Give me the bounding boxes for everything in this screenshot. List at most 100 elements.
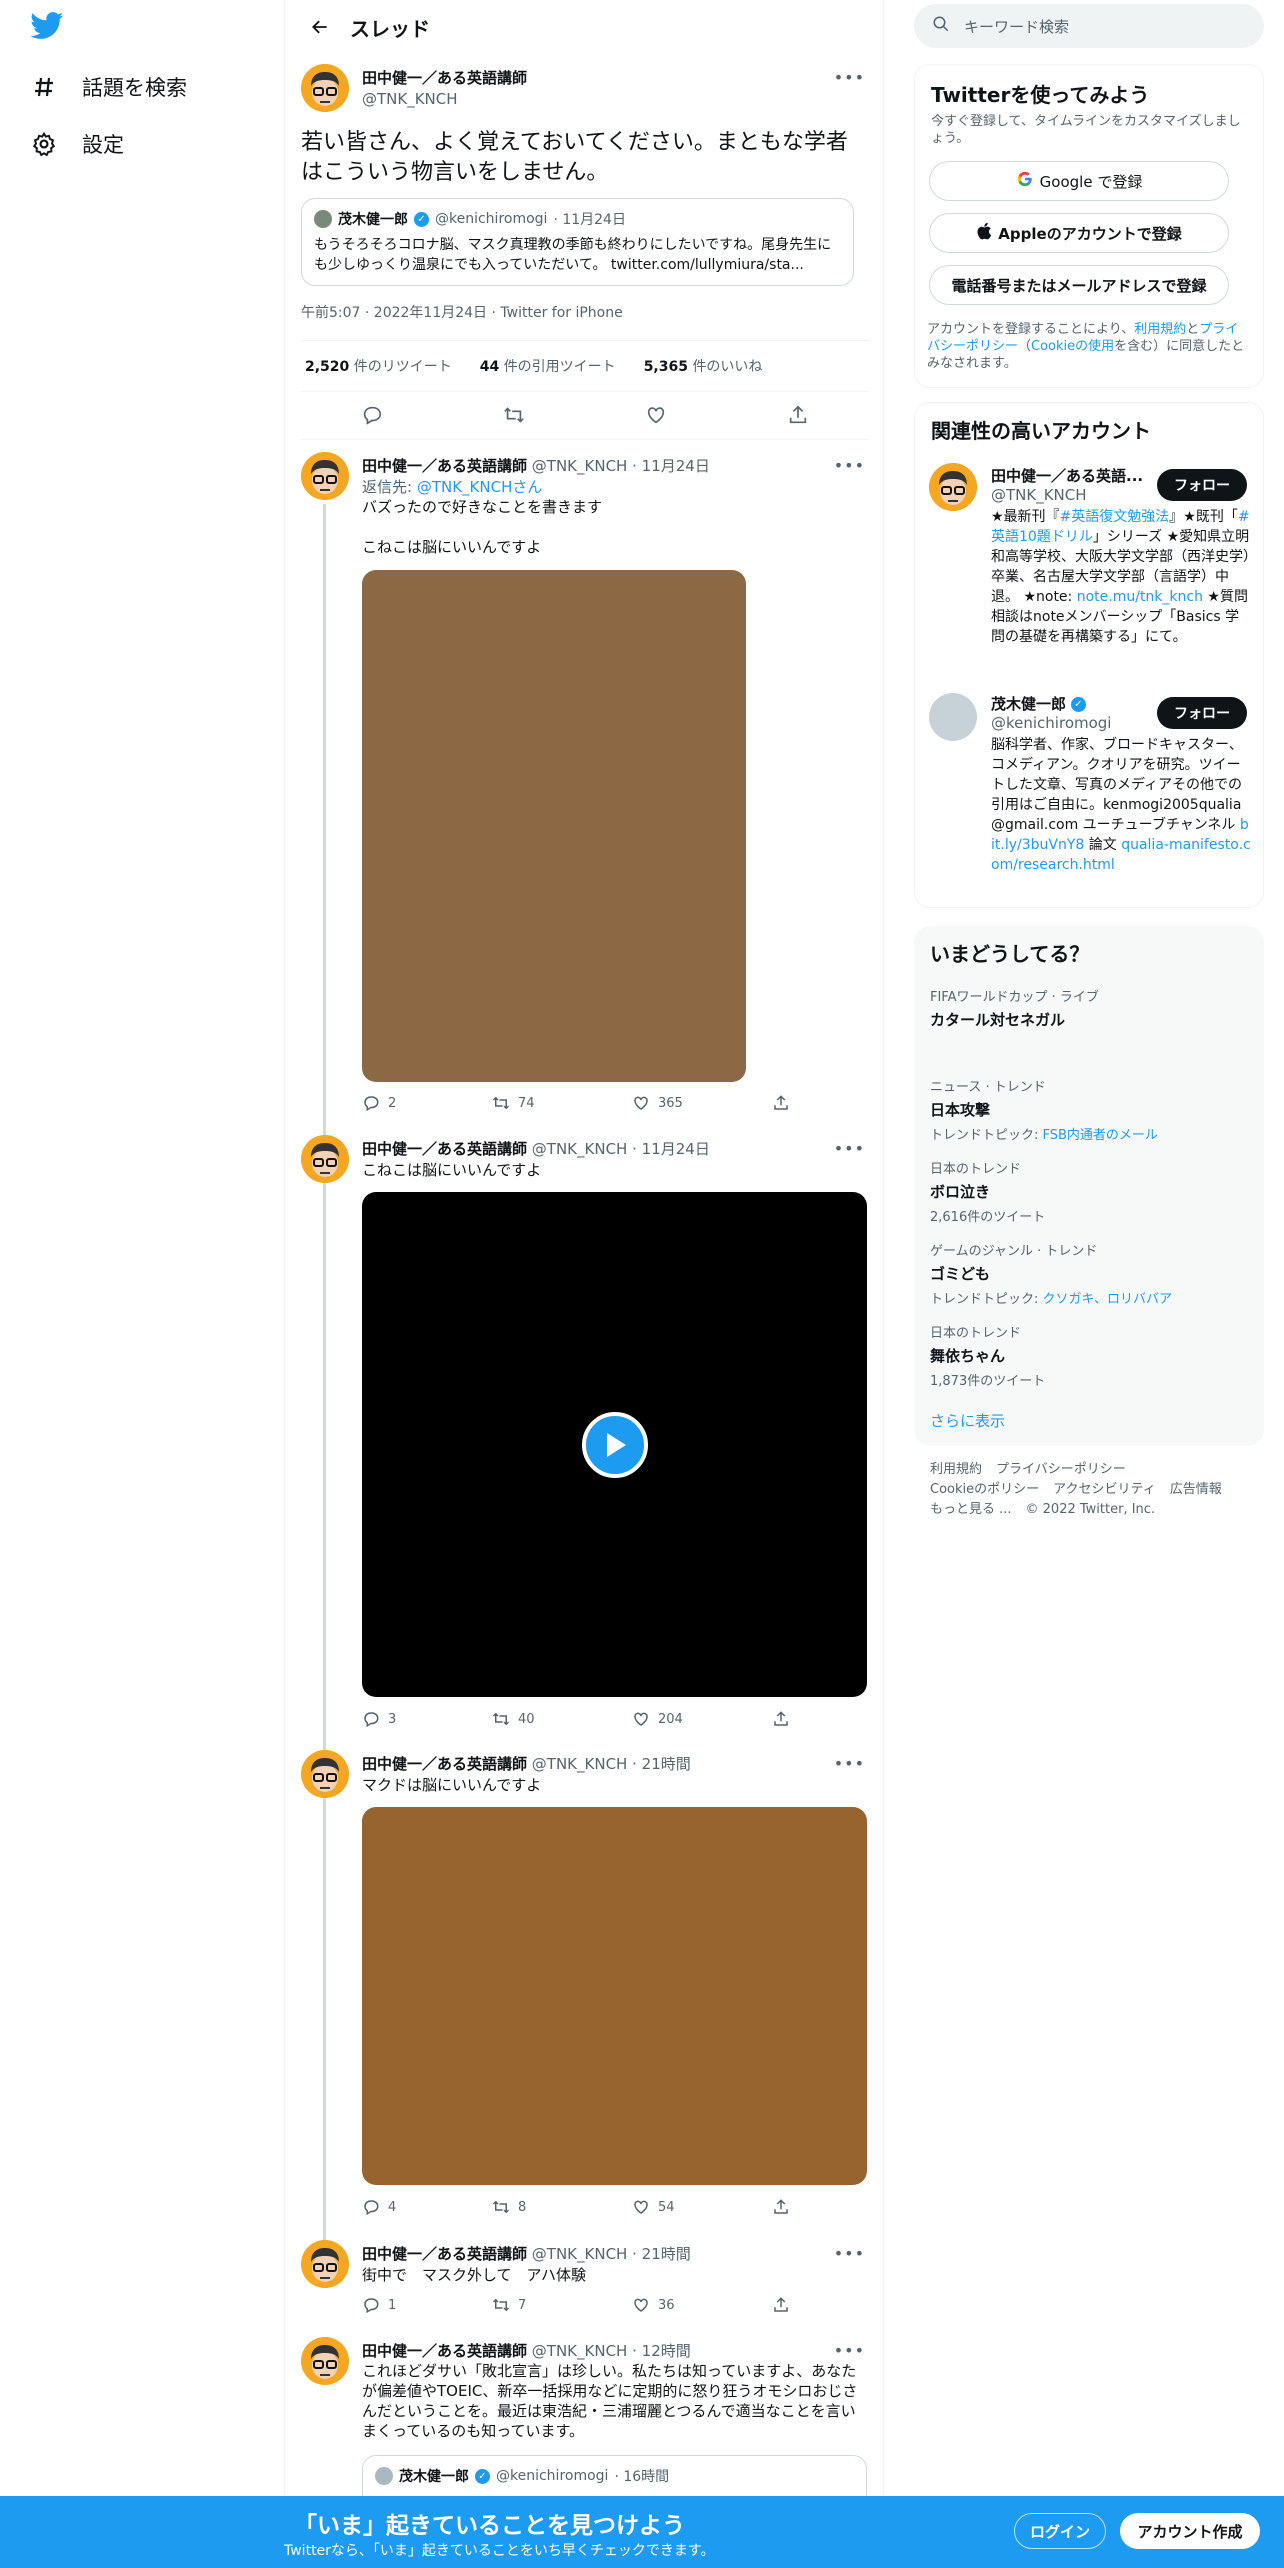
hashtag-link[interactable]: #英語復文勉強法 — [1060, 509, 1170, 525]
tweet-date[interactable]: · 21時間 — [632, 2245, 691, 2263]
reply-button[interactable]: 3 — [362, 1710, 492, 1728]
more-icon[interactable]: ••• — [834, 456, 865, 475]
related-account-2[interactable]: 茂木健一郎 ✓ @kenichiromogi — [991, 693, 1111, 732]
follow-button[interactable]: フォロー — [1157, 469, 1247, 501]
show-more-link[interactable]: さらに表示 — [930, 1410, 1005, 1431]
phone-signup-button[interactable]: 電話番号またはメールアドレスで登録 — [929, 265, 1229, 305]
share-button[interactable] — [772, 1094, 790, 1112]
tweet-video[interactable] — [362, 1192, 867, 1697]
reply-button[interactable]: 4 — [362, 2198, 492, 2216]
avatar[interactable] — [301, 2240, 349, 2288]
tweet-date[interactable]: · 11月24日 — [632, 457, 710, 475]
tweet-date[interactable]: · 11月24日 — [632, 1140, 710, 1158]
apple-signup-button[interactable]: Appleのアカウントで登録 — [929, 213, 1229, 253]
author-name[interactable]: 田中健一／ある英語講師 — [362, 1140, 527, 1158]
share-button[interactable] — [772, 2198, 790, 2216]
nav-explore[interactable]: 話題を検索 — [30, 67, 187, 107]
footer-links: 利用規約 プライバシーポリシー Cookieのポリシー アクセシビリティ 広告情報 も… — [930, 1460, 1250, 1520]
author-handle[interactable]: @TNK_KNCH — [532, 457, 628, 475]
bio-link[interactable]: note.mu/tnk_knch — [1077, 589, 1203, 605]
tweet-date[interactable]: · 12時間 — [632, 2342, 691, 2360]
avatar[interactable] — [301, 64, 349, 112]
trend-item[interactable]: 日本のトレンド 舞依ちゃん 1,873件のツイート — [930, 1322, 1045, 1389]
footer-link[interactable]: Cookieのポリシー — [930, 1482, 1039, 1497]
login-button[interactable]: ログイン — [1014, 2513, 1106, 2549]
quoted-tweet[interactable]: 茂木健一郎 ✓ @kenichiromogi · 11月24日 もうそろそろコロ… — [301, 198, 854, 286]
retweet-button[interactable]: 40 — [492, 1710, 632, 1728]
author-handle[interactable]: @TNK_KNCH — [532, 2342, 628, 2360]
bottom-bar-title: 「いま」起きていることを見つけよう — [294, 2513, 685, 2539]
footer-more-link[interactable]: もっと見る ... — [930, 1502, 1012, 1517]
back-arrow-icon[interactable] — [292, 0, 348, 54]
reply-to-link[interactable]: @TNK_KNCHさん — [417, 478, 543, 496]
follow-button[interactable]: フォロー — [1157, 697, 1247, 729]
like-icon[interactable] — [645, 404, 667, 430]
trend-item[interactable]: 日本のトレンド ボロ泣き 2,616件のツイート — [930, 1158, 1045, 1225]
play-icon[interactable] — [581, 1411, 648, 1478]
tweet-text: こねこは脳にいいんですよ — [362, 1161, 542, 1179]
trends-title: いまどうしてる？ — [930, 942, 1090, 966]
reply-button[interactable]: 1 — [362, 2296, 492, 2314]
retweet-count[interactable]: 2,520 件のリツイート — [305, 356, 452, 376]
like-button[interactable]: 54 — [632, 2198, 772, 2216]
trends-card: いまどうしてる？ FIFAワールドカップ · ライブ カタール対セネガル ニュー… — [914, 926, 1264, 1446]
author-name[interactable]: 田中健一／ある英語講師 — [362, 67, 527, 88]
like-button[interactable]: 365 — [632, 1094, 772, 1112]
author-name[interactable]: 田中健一／ある英語講師 — [362, 457, 527, 475]
search-box[interactable]: キーワード検索 — [914, 4, 1264, 48]
tweet-image[interactable] — [362, 1807, 867, 2185]
avatar[interactable] — [929, 463, 977, 511]
avatar[interactable] — [929, 693, 977, 741]
quote-date: · 11月24日 — [553, 212, 626, 228]
tweet-date[interactable]: · 21時間 — [632, 1755, 691, 1773]
reply-icon[interactable] — [361, 404, 383, 430]
search-input[interactable]: キーワード検索 — [964, 16, 1069, 37]
footer-link[interactable]: 広告情報 — [1170, 1482, 1222, 1497]
trend-item[interactable]: ゲームのジャンル · トレンド ゴミども トレンドトピック: クソガキ、ロリババ… — [930, 1240, 1172, 1307]
like-count[interactable]: 5,365 件のいいね — [644, 356, 763, 376]
share-icon[interactable] — [787, 404, 809, 430]
quote-author-handle: @kenichiromogi — [435, 211, 548, 227]
more-icon[interactable]: ••• — [834, 68, 865, 87]
quote-count[interactable]: 44 件の引用ツイート — [480, 356, 616, 376]
twitter-logo-icon[interactable] — [30, 12, 68, 46]
retweet-button[interactable]: 8 — [492, 2198, 632, 2216]
avatar[interactable] — [301, 452, 349, 500]
trend-item[interactable]: ニュース · トレンド 日本攻撃 トレンドトピック: FSB内通者のメール — [930, 1076, 1158, 1143]
avatar[interactable] — [301, 1750, 349, 1798]
more-icon[interactable]: ••• — [834, 2244, 865, 2263]
author-name[interactable]: 田中健一／ある英語講師 — [362, 2342, 527, 2360]
like-button[interactable]: 36 — [632, 2296, 772, 2314]
like-button[interactable]: 204 — [632, 1710, 772, 1728]
avatar[interactable] — [301, 2337, 349, 2385]
more-icon[interactable]: ••• — [834, 2341, 865, 2360]
author-name[interactable]: 田中健一／ある英語講師 — [362, 2245, 527, 2263]
cookie-link[interactable]: Cookieの使用 — [1031, 339, 1114, 354]
author-handle[interactable]: @TNK_KNCH — [532, 2245, 628, 2263]
share-button[interactable] — [772, 1710, 790, 1728]
google-signup-label: Google で登録 — [1039, 172, 1143, 191]
share-button[interactable] — [772, 2296, 790, 2314]
left-nav: 話題を検索 設定 — [0, 0, 285, 2568]
author-name[interactable]: 田中健一／ある英語講師 — [362, 1755, 527, 1773]
more-icon[interactable]: ••• — [834, 1754, 865, 1773]
avatar[interactable] — [301, 1135, 349, 1183]
signup-button[interactable]: アカウント作成 — [1120, 2513, 1260, 2549]
more-icon[interactable]: ••• — [834, 1139, 865, 1158]
author-handle[interactable]: @TNK_KNCH — [362, 90, 527, 108]
author-handle[interactable]: @TNK_KNCH — [532, 1755, 628, 1773]
footer-link[interactable]: 利用規約 — [930, 1462, 982, 1477]
nav-settings[interactable]: 設定 — [30, 124, 124, 164]
reply-button[interactable]: 2 — [362, 1094, 492, 1112]
footer-link[interactable]: プライバシーポリシー — [996, 1462, 1126, 1477]
retweet-button[interactable]: 74 — [492, 1094, 632, 1112]
google-signup-button[interactable]: Google で登録 — [929, 161, 1229, 201]
retweet-icon[interactable] — [503, 404, 525, 430]
retweet-button[interactable]: 7 — [492, 2296, 632, 2314]
trend-item[interactable]: FIFAワールドカップ · ライブ カタール対セネガル — [930, 986, 1099, 1030]
related-account-1[interactable]: 田中健一／ある英語... @TNK_KNCH — [991, 465, 1143, 504]
author-handle[interactable]: @TNK_KNCH — [532, 1140, 628, 1158]
tweet-image[interactable] — [362, 570, 746, 1082]
footer-link[interactable]: アクセシビリティ — [1053, 1482, 1156, 1497]
terms-link[interactable]: 利用規約 — [1134, 322, 1186, 337]
